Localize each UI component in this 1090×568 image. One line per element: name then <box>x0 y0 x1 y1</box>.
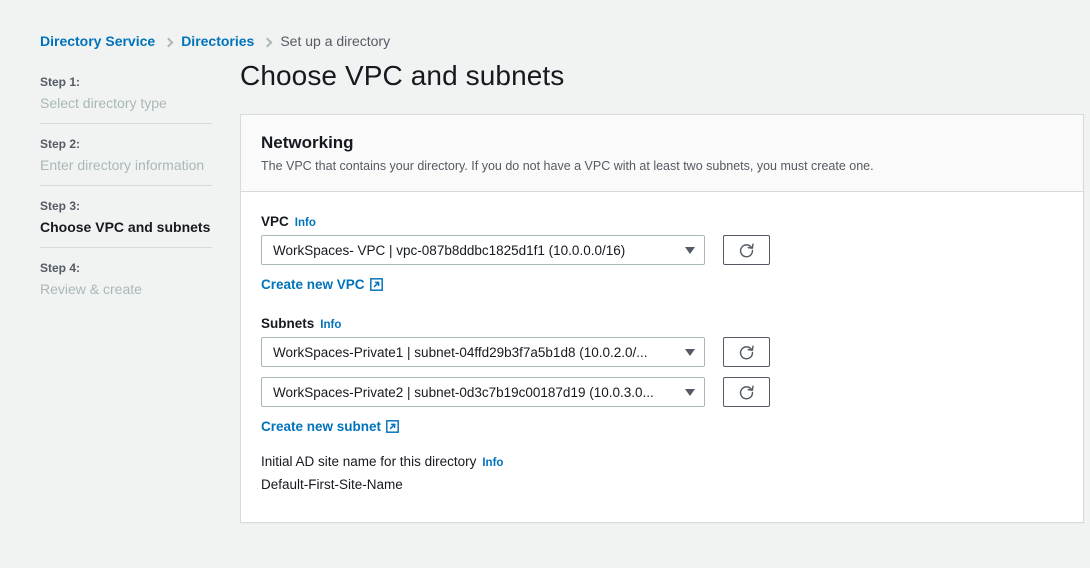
external-link-icon <box>386 420 399 433</box>
networking-card-title: Networking <box>261 133 354 152</box>
sidebar-step-3-number: Step 3: <box>40 199 81 213</box>
vpc-info-link[interactable]: Info <box>295 217 316 229</box>
ad-site-name-value: Default-First-Site-Name <box>261 477 403 492</box>
sidebar-step-2[interactable]: Step 2: Enter directory information <box>40 136 212 186</box>
networking-card-description: The VPC that contains your directory. If… <box>261 159 874 173</box>
main-content: Choose VPC and subnets Networking The VP… <box>212 56 1090 523</box>
vpc-refresh-button[interactable] <box>723 235 770 265</box>
subnet-2-refresh-button[interactable] <box>723 377 770 407</box>
subnets-field-label: Subnets Info <box>261 316 1063 331</box>
chevron-down-icon <box>685 246 695 254</box>
sidebar-step-3-label: Choose VPC and subnets <box>40 219 211 235</box>
vpc-field-label: VPC Info <box>261 214 1063 229</box>
subnet-1-select-value: WorkSpaces-Private1 | subnet-04ffd29b3f7… <box>273 344 648 360</box>
subnets-label-text: Subnets <box>261 316 315 331</box>
page-title: Choose VPC and subnets <box>240 60 565 91</box>
create-new-vpc-link[interactable]: Create new VPC <box>261 277 383 292</box>
subnet-2-control-row: WorkSpaces-Private2 | subnet-0d3c7b19c00… <box>261 377 1063 407</box>
vpc-select-value: WorkSpaces- VPC | vpc-087b8ddbc1825d1f1 … <box>273 242 626 258</box>
subnet-1-refresh-button[interactable] <box>723 337 770 367</box>
create-new-vpc-label: Create new VPC <box>261 277 365 292</box>
chevron-down-icon <box>685 348 695 356</box>
sidebar-step-1[interactable]: Step 1: Select directory type <box>40 74 212 124</box>
sidebar-step-2-label: Enter directory information <box>40 157 205 173</box>
ad-site-name-label-text: Initial AD site name for this directory <box>261 454 477 469</box>
vpc-label-text: VPC <box>261 214 289 229</box>
refresh-icon <box>739 384 754 399</box>
create-new-subnet-link[interactable]: Create new subnet <box>261 419 399 434</box>
breadcrumb-item-directories[interactable]: Directories <box>181 33 254 49</box>
breadcrumb-item-current: Set up a directory <box>280 33 391 49</box>
breadcrumb-separator-icon <box>155 34 181 49</box>
subnet-1-control-row: WorkSpaces-Private1 | subnet-04ffd29b3f7… <box>261 337 1063 367</box>
breadcrumb-item-directory-service[interactable]: Directory Service <box>40 33 155 49</box>
sidebar-step-1-label: Select directory type <box>40 95 167 111</box>
breadcrumb-separator-icon <box>254 34 280 49</box>
sidebar-step-4[interactable]: Step 4: Review & create <box>40 260 212 309</box>
create-new-subnet-label: Create new subnet <box>261 419 382 434</box>
subnet-2-select[interactable]: WorkSpaces-Private2 | subnet-0d3c7b19c00… <box>261 377 705 407</box>
networking-card-body: VPC Info WorkSpaces- VPC | vpc-087b8ddbc… <box>241 192 1083 522</box>
refresh-icon <box>739 344 754 359</box>
vpc-select[interactable]: WorkSpaces- VPC | vpc-087b8ddbc1825d1f1 … <box>261 235 705 265</box>
sidebar-step-4-number: Step 4: <box>40 261 81 275</box>
subnets-info-link[interactable]: Info <box>320 319 341 331</box>
vpc-control-row: WorkSpaces- VPC | vpc-087b8ddbc1825d1f1 … <box>261 235 1063 265</box>
networking-card-header: Networking The VPC that contains your di… <box>241 115 1083 192</box>
subnet-2-select-value: WorkSpaces-Private2 | subnet-0d3c7b19c00… <box>273 384 654 400</box>
subnet-1-select[interactable]: WorkSpaces-Private1 | subnet-04ffd29b3f7… <box>261 337 705 367</box>
networking-card: Networking The VPC that contains your di… <box>240 114 1084 523</box>
sidebar-step-2-number: Step 2: <box>40 137 81 151</box>
ad-site-name-label: Initial AD site name for this directory … <box>261 454 1063 469</box>
ad-site-name-info-link[interactable]: Info <box>482 457 503 469</box>
refresh-icon <box>739 242 754 257</box>
sidebar-step-1-number: Step 1: <box>40 75 81 89</box>
sidebar-step-3[interactable]: Step 3: Choose VPC and subnets <box>40 198 212 248</box>
breadcrumb: Directory Service Directories Set up a d… <box>0 0 1090 56</box>
page-layout: Step 1: Select directory type Step 2: En… <box>0 56 1090 523</box>
wizard-steps-sidebar: Step 1: Select directory type Step 2: En… <box>40 56 212 321</box>
chevron-down-icon <box>685 388 695 396</box>
sidebar-step-4-label: Review & create <box>40 281 142 297</box>
external-link-icon <box>369 278 383 291</box>
